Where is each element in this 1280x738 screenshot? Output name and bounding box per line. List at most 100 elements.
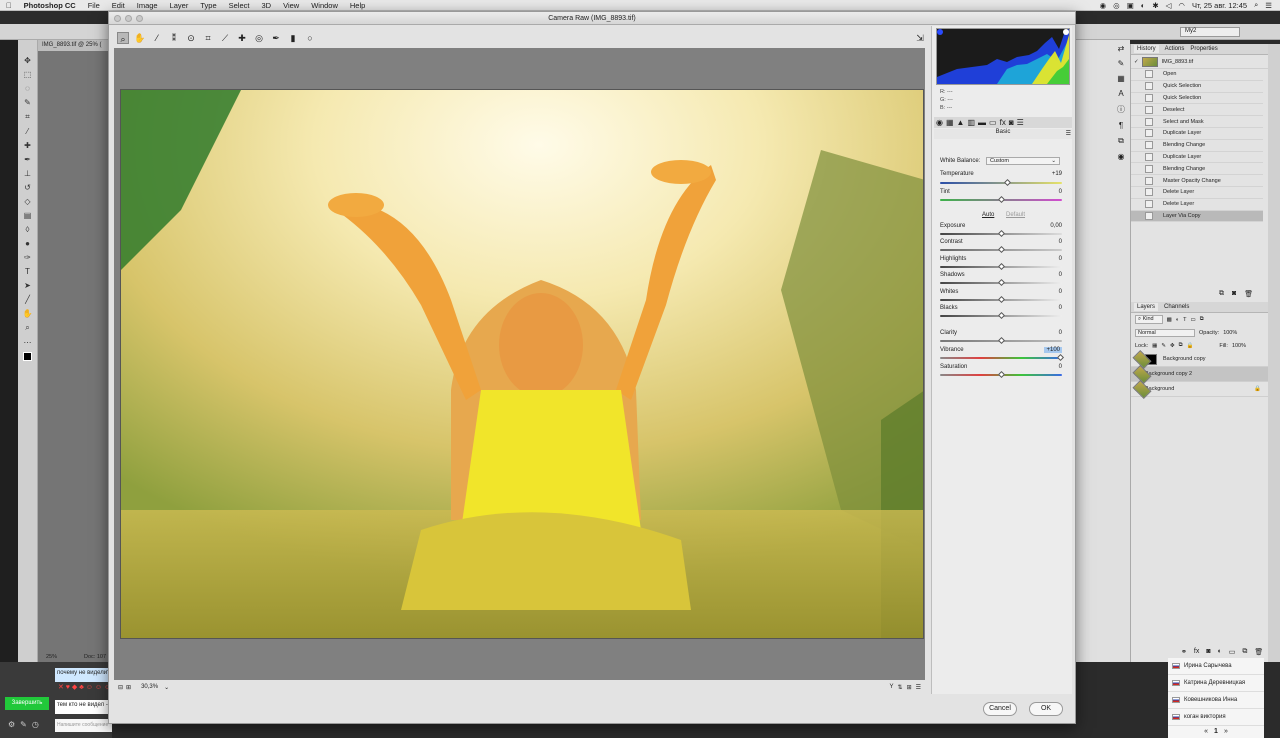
exposure-value[interactable]: 0,00	[1050, 223, 1062, 229]
pen-tool-icon[interactable]: ✑	[24, 253, 31, 262]
adjust-panel-icon[interactable]: ◉	[1118, 152, 1125, 161]
ps-document-tab[interactable]: IMG_8893.tif @ 25% (	[38, 40, 112, 51]
vibrance-slider[interactable]	[940, 357, 1062, 359]
swap-settings-icon[interactable]: ⇅	[898, 684, 903, 691]
move-tool-icon[interactable]: ✥	[24, 56, 31, 65]
crop-tool-icon[interactable]: ⌗	[202, 32, 214, 44]
lock-paint-icon[interactable]: ✎	[1161, 343, 1166, 349]
search-icon[interactable]: ⌕	[1254, 0, 1258, 10]
swatches-panel-icon[interactable]: ▦	[1117, 74, 1125, 83]
menu-app-name[interactable]: Photoshop CC	[18, 1, 82, 10]
status-icon-4[interactable]: ◐	[1141, 1, 1146, 10]
preview-image[interactable]	[120, 89, 924, 639]
lock-pixels-icon[interactable]: ▦	[1152, 343, 1157, 349]
clarity-value[interactable]: 0	[1059, 330, 1062, 336]
volume-icon[interactable]: ◁	[1166, 1, 1172, 10]
exposure-slider-thumb[interactable]	[997, 229, 1006, 238]
participant-row[interactable]: Ковешникова Инна	[1168, 692, 1264, 709]
new-layer-icon[interactable]: ⧉	[1242, 648, 1247, 656]
participant-row[interactable]: Ирина Сарычева	[1168, 658, 1264, 675]
hand-tool-icon[interactable]: ✋	[134, 32, 146, 44]
saturation-value[interactable]: 0	[1059, 364, 1062, 370]
contrast-slider-thumb[interactable]	[997, 245, 1006, 254]
pager-next-icon[interactable]: »	[1224, 728, 1228, 735]
tab-channels[interactable]: Channels	[1164, 304, 1189, 310]
minimize-window-button[interactable]	[125, 15, 132, 22]
filter-smart-icon[interactable]: ⧉	[1200, 316, 1204, 323]
tone-curve-tab-icon[interactable]: ▦	[946, 118, 954, 127]
tab-layers[interactable]: Layers	[1134, 303, 1159, 311]
saturation-slider-thumb[interactable]	[997, 370, 1006, 379]
timer-icon[interactable]: ◷	[32, 720, 39, 729]
workspace-select[interactable]: My2	[1180, 27, 1240, 37]
info-panel-icon[interactable]: ⓘ	[1117, 104, 1125, 115]
blacks-value[interactable]: 0	[1059, 305, 1062, 311]
menu-edit[interactable]: Edit	[106, 1, 131, 10]
eraser-tool-icon[interactable]: ◇	[24, 197, 30, 206]
history-snapshot[interactable]: ✓ IMG_8893.tif	[1131, 55, 1268, 69]
default-link[interactable]: Default	[1006, 212, 1025, 218]
crop-tool-icon[interactable]: ⌗	[25, 112, 30, 122]
history-item-selected[interactable]: Layer Via Copy	[1131, 210, 1263, 223]
brush-panel-icon[interactable]: ✎	[1118, 59, 1125, 68]
zoom-window-button[interactable]	[136, 15, 143, 22]
blur-tool-icon[interactable]: ◊	[26, 225, 30, 234]
before-after-icon[interactable]: Y	[890, 684, 894, 690]
vibrance-slider-thumb[interactable]	[1056, 353, 1065, 362]
shadows-value[interactable]: 0	[1059, 272, 1062, 278]
zoom-out-icon[interactable]: ⊟	[118, 684, 123, 691]
panel-menu-icon[interactable]: ☰	[1066, 130, 1071, 137]
history-panel-icon[interactable]: ⇄	[1118, 44, 1125, 53]
path-selection-icon[interactable]: ➤	[24, 281, 31, 290]
filter-shape-icon[interactable]: ▭	[1191, 317, 1196, 323]
stamp-tool-icon[interactable]: ⊥	[24, 169, 31, 178]
status-icon-3[interactable]: ▣	[1127, 1, 1134, 10]
split-toning-tab-icon[interactable]: ▬	[978, 118, 986, 127]
pager-prev-icon[interactable]: «	[1204, 728, 1208, 735]
close-window-button[interactable]	[114, 15, 121, 22]
lock-artboard-icon[interactable]: ⧉	[1179, 342, 1183, 349]
clone-panel-icon[interactable]: ⧉	[1118, 136, 1124, 146]
adjustment-brush-icon[interactable]: ✒	[270, 32, 282, 44]
adjustment-layer-icon[interactable]: ◐	[1218, 648, 1222, 656]
ok-button[interactable]: OK	[1029, 702, 1063, 716]
radial-filter-icon[interactable]: ○	[304, 32, 316, 44]
whites-value[interactable]: 0	[1059, 289, 1062, 295]
status-icon-2[interactable]: ◎	[1113, 1, 1120, 10]
fullscreen-icon[interactable]: ⇲	[914, 32, 926, 44]
tab-properties[interactable]: Properties	[1190, 46, 1217, 52]
tab-history[interactable]: History	[1134, 45, 1159, 53]
trash-icon[interactable]: 🗑	[1244, 290, 1253, 298]
group-icon[interactable]: ▭	[1229, 648, 1236, 656]
highlight-clipping-icon[interactable]	[1063, 29, 1069, 35]
notification-icon[interactable]: ☰	[1265, 1, 1272, 10]
layer-row[interactable]: 👁 Background 🔒	[1131, 379, 1269, 399]
opacity-value[interactable]: 100%	[1223, 330, 1237, 336]
chat-input[interactable]: Напишите сообщение	[55, 719, 112, 732]
quick-selection-tool-icon[interactable]: ✎	[24, 98, 31, 107]
filter-kind-select[interactable]: ⌕ Kind	[1135, 315, 1163, 324]
marquee-tool-icon[interactable]: ⬚	[24, 70, 32, 79]
color-sampler-icon[interactable]: ⁑	[168, 32, 180, 44]
filter-type-icon[interactable]: T	[1183, 317, 1186, 323]
fx-tab-icon[interactable]: fx	[1000, 118, 1006, 127]
clarity-slider-thumb[interactable]	[997, 336, 1006, 345]
shadows-slider-thumb[interactable]	[997, 278, 1006, 287]
lock-all-icon[interactable]: 🔒	[1187, 343, 1194, 349]
detail-tab-icon[interactable]: ▲	[957, 118, 965, 127]
zoom-dropdown-icon[interactable]: ⌄	[164, 684, 169, 691]
color-swatches-icon[interactable]	[23, 352, 32, 361]
history-item[interactable]: Delete Layer	[1131, 187, 1263, 199]
lens-tab-icon[interactable]: ▭	[989, 118, 997, 127]
character-panel-icon[interactable]: A	[1118, 89, 1123, 98]
dodge-tool-icon[interactable]: ●	[25, 239, 30, 248]
temperature-slider[interactable]	[940, 182, 1062, 184]
red-eye-icon[interactable]: ◎	[253, 32, 265, 44]
paragraph-panel-icon[interactable]: ¶	[1119, 121, 1123, 130]
lasso-tool-icon[interactable]: ◌	[25, 84, 30, 93]
more-tools-icon[interactable]: ⋯	[24, 338, 32, 347]
cancel-button[interactable]: Cancel	[983, 702, 1017, 716]
tint-slider-thumb[interactable]	[997, 195, 1006, 204]
blacks-slider-thumb[interactable]	[997, 311, 1006, 320]
end-broadcast-button[interactable]: Завершить	[5, 697, 49, 710]
